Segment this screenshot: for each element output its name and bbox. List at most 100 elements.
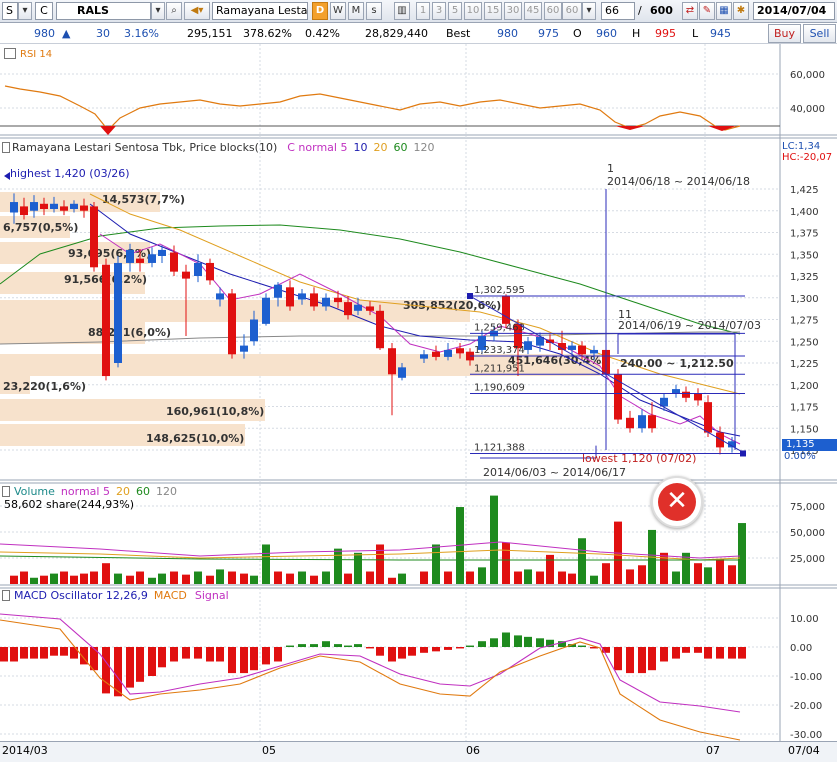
count-input[interactable]: 66 (601, 2, 635, 20)
chart-tool-icon[interactable]: ✎ (699, 2, 715, 20)
price-tick-9: 1,200 (790, 381, 819, 392)
low-label: L (692, 27, 699, 40)
close-icon: ✕ (658, 483, 696, 521)
volume-bar-17 (194, 571, 202, 584)
price-block-label-6: 160,961(10,8%) (166, 405, 264, 418)
speaker-icon[interactable]: ◀▾ (184, 2, 210, 20)
macd-osc-bar-19 (206, 647, 214, 662)
candle-body-17 (194, 262, 202, 276)
macd-osc-bar-64 (716, 647, 724, 659)
sell-button[interactable]: Sell (803, 24, 836, 43)
macd-osc-bar-18 (194, 647, 202, 659)
candle-body-5 (60, 206, 68, 211)
volume-bar-20 (228, 571, 236, 584)
candle-body-39 (456, 348, 464, 354)
interval-30[interactable]: 30 (504, 2, 522, 20)
candle-body-62 (716, 432, 724, 448)
price-settings-icon[interactable] (2, 142, 10, 153)
candle-body-32 (366, 306, 374, 311)
macd-osc-bar-37 (408, 647, 416, 656)
macd-settings-icon[interactable] (2, 590, 10, 601)
volume-bar-14 (158, 573, 166, 584)
macd-osc-bar-10 (102, 647, 110, 694)
candle-body-14 (158, 249, 166, 256)
period-second[interactable]: s (366, 2, 382, 20)
macd-tick-2: -10.00 (790, 672, 822, 683)
candle-body-25 (286, 287, 294, 307)
candle-body-4 (50, 203, 58, 210)
volume-bar-23 (262, 544, 270, 584)
last-price: 980 (34, 27, 55, 40)
date-input[interactable]: 2014/07/04 (753, 2, 835, 20)
period-month[interactable]: M (348, 2, 364, 20)
macd-osc-bar-38 (420, 647, 428, 653)
period-day[interactable]: D (312, 2, 328, 20)
chevron-down-icon[interactable]: ▾ (18, 2, 32, 20)
indicator-icon[interactable]: ▦ (716, 2, 732, 20)
compare-icon[interactable]: ⇄ (682, 2, 698, 20)
best-ask: 975 (538, 27, 559, 40)
candle-body-51 (590, 349, 598, 354)
candle-body-12 (136, 258, 144, 263)
price-tick-8: 1,225 (790, 359, 819, 370)
price-tick-2: 1,375 (790, 229, 819, 240)
interval-15[interactable]: 15 (484, 2, 502, 20)
ma-120: 120 (413, 141, 435, 154)
candle-body-20 (228, 293, 236, 355)
volume-bar-7 (80, 573, 88, 584)
interval-3[interactable]: 3 (432, 2, 446, 20)
buy-button[interactable]: Buy (768, 24, 801, 43)
candle-body-3 (40, 203, 48, 210)
macd-osc-bar-56 (626, 647, 634, 674)
ma-10: 10 (353, 141, 368, 154)
volume-bar-10 (114, 573, 122, 584)
macd-tick-1: 0.00 (790, 643, 812, 654)
price-tick-11: 1,150 (790, 424, 819, 435)
interval-1[interactable]: 1 (416, 2, 430, 20)
candle-body-9 (102, 264, 110, 377)
gear-icon[interactable]: ✱ (733, 2, 749, 20)
interval-45[interactable]: 45 (524, 2, 542, 20)
candle-body-18 (206, 262, 214, 281)
volume-bar-28 (322, 571, 330, 584)
volume-bar-24 (274, 571, 282, 584)
rsi-settings-icon[interactable] (4, 48, 16, 59)
count-max: 600 (650, 4, 673, 17)
volume-bar-41 (478, 567, 486, 584)
level-label-3: 1,211,951 (474, 363, 525, 374)
volume-bar-63 (728, 565, 736, 584)
chevron-down-icon[interactable]: ▾ (582, 2, 596, 20)
interval-60[interactable]: 60 (544, 2, 562, 20)
range1-dates: 2014/06/18 ~ 2014/06/18 (607, 175, 751, 188)
ma-label: C normal 5 (287, 141, 348, 154)
ticker-input[interactable]: RALS (56, 2, 151, 20)
interval-5[interactable]: 5 (448, 2, 462, 20)
hc-label: HC:-20,07 (782, 152, 833, 163)
macd-osc-bar-14 (148, 647, 156, 676)
price-tick-7: 1,250 (790, 337, 819, 348)
volume-settings-icon[interactable] (2, 486, 10, 497)
level-label-2: 1,233,374 (474, 345, 525, 356)
macd-osc-bar-23 (250, 647, 258, 671)
period-week[interactable]: W (330, 2, 346, 20)
search-icon[interactable]: ⌕ (166, 2, 182, 20)
chevron-down-icon[interactable]: ▾ (151, 2, 165, 20)
macd-osc-bar-61 (682, 647, 690, 653)
volume-pct: 378.62% (243, 27, 292, 40)
candle-body-58 (672, 389, 680, 394)
market-select[interactable]: S (2, 2, 18, 20)
highest-label: highest 1,420 (03/26) (10, 167, 130, 180)
close-overlay-button[interactable]: ✕ (651, 476, 703, 528)
period-tick-icon[interactable]: ▥ (394, 2, 410, 20)
candle-body-55 (638, 415, 646, 429)
volume-bar-31 (354, 552, 362, 584)
volume-bar-32 (366, 571, 374, 584)
macd-osc-bar-44 (490, 638, 498, 647)
volume-bar-34 (388, 577, 396, 584)
macd-osc-bar-35 (388, 647, 396, 662)
type-select[interactable]: C (35, 2, 53, 20)
candle-body-16 (182, 271, 190, 279)
interval-10[interactable]: 10 (464, 2, 482, 20)
interval-custom[interactable]: 60 (562, 2, 582, 20)
volume-bar-9 (102, 563, 110, 584)
